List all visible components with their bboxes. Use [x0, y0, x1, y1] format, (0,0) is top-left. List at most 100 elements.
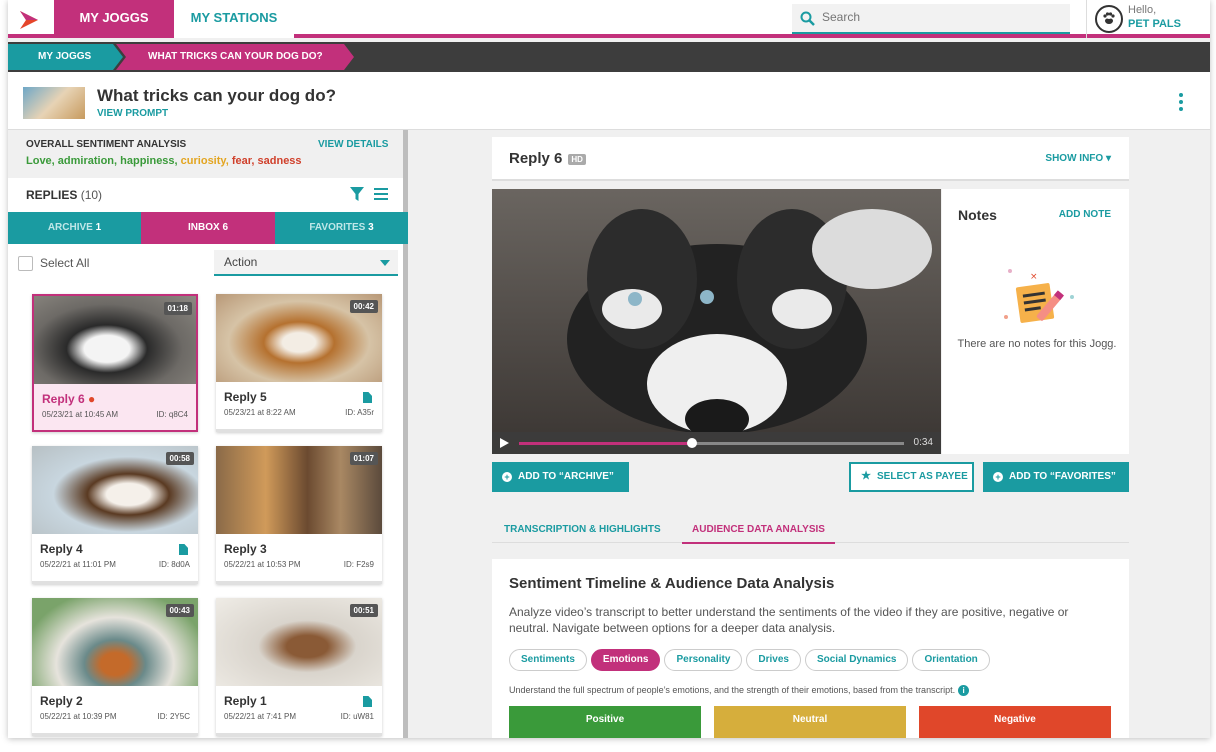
add-to-favorites-button[interactable]: + ADD TO “FAVORITES”: [983, 462, 1129, 492]
reply-name-text: Reply 6: [42, 392, 85, 406]
selection-row: Select All Action: [8, 244, 403, 282]
reply-card[interactable]: 00:43 Reply 2 05/22/21 at 10:39 PM ID: 2…: [32, 598, 198, 736]
search-input[interactable]: [822, 10, 1052, 24]
video-player[interactable]: 0:34: [492, 189, 941, 454]
breadcrumb-current-prompt[interactable]: WHAT TRICKS CAN YOUR DOG DO?: [116, 44, 354, 70]
search-box[interactable]: [792, 4, 1070, 34]
avatar[interactable]: [1095, 5, 1123, 33]
user-menu[interactable]: Hello, PET PALS: [1086, 0, 1210, 38]
view-prompt-link[interactable]: VIEW PROMPT: [97, 108, 168, 119]
select-all-checkbox[interactable]: [18, 256, 33, 271]
notes-panel: Notes ADD NOTE × There are no notes for …: [942, 189, 1129, 454]
reply-name: Reply 4: [40, 542, 83, 556]
analysis-card: Sentiment Timeline & Audience Data Analy…: [492, 559, 1129, 738]
analysis-description: Analyze video’s transcript to better und…: [509, 605, 1069, 635]
action-dropdown[interactable]: Action: [214, 250, 398, 276]
progress-track[interactable]: [519, 438, 904, 448]
option-social-dynamics[interactable]: Social Dynamics: [804, 649, 909, 671]
app-window: MY JOGGS MY STATIONS Hello, PET PALS MY …: [8, 0, 1210, 738]
breadcrumb: MY JOGGS WHAT TRICKS CAN YOUR DOG DO?: [8, 42, 1210, 72]
add-note-button[interactable]: ADD NOTE: [1059, 209, 1111, 220]
reply-id: ID: q8C4: [156, 410, 188, 419]
progress-fill: [519, 442, 693, 445]
pet-paw-icon: [1103, 12, 1115, 24]
analysis-options: Sentiments Emotions Personality Drives Socia…: [509, 649, 994, 671]
sentiment-words: Love, admiration, happiness, curiosity, …: [26, 155, 302, 167]
sentiment-word: admiration,: [57, 155, 121, 167]
sentiment-word: curiosity,: [180, 155, 232, 167]
logo-icon[interactable]: [18, 9, 40, 31]
reply-name: Reply 1: [224, 694, 267, 708]
user-name[interactable]: PET PALS: [1128, 18, 1181, 30]
top-bar: MY JOGGS MY STATIONS Hello, PET PALS: [8, 0, 1210, 38]
replies-panel: OVERALL SENTIMENT ANALYSIS VIEW DETAILS …: [8, 130, 408, 738]
sentiment-word: Love,: [26, 155, 58, 167]
option-orientation[interactable]: Orientation: [912, 649, 990, 671]
hd-badge: HD: [568, 153, 586, 165]
reply-name: Reply 6 ●: [42, 392, 95, 406]
analysis-tabs: TRANSCRIPTION & HIGHLIGHTS AUDIENCE DATA…: [492, 518, 1129, 544]
sentiment-word: fear,: [231, 155, 258, 167]
add-to-archive-button[interactable]: + ADD TO “ARCHIVE”: [492, 462, 629, 492]
duration-badge: 00:43: [165, 604, 194, 617]
show-info-toggle[interactable]: SHOW INFO ▾: [1045, 153, 1111, 164]
play-icon[interactable]: [500, 438, 509, 448]
reply-card[interactable]: 01:07 Reply 3 05/22/21 at 10:53 PM ID: F…: [216, 446, 382, 584]
option-personality[interactable]: Personality: [664, 649, 743, 671]
reply-date: 05/23/21 at 8:22 AM: [224, 408, 296, 417]
page-title: What tricks can your dog do?: [97, 86, 336, 105]
chevron-down-icon: ▾: [1105, 153, 1111, 164]
reply-card[interactable]: 01:18 Reply 6 ● 05/23/21 at 10:45 AM ID:…: [32, 294, 198, 432]
reply-card[interactable]: 00:51 Reply 1 05/22/21 at 7:41 PM ID: uW…: [216, 598, 382, 736]
user-greeting: Hello,: [1128, 4, 1157, 16]
reply-id: ID: uW81: [340, 712, 374, 721]
video-time: 0:34: [913, 437, 933, 448]
view-details-link[interactable]: VIEW DETAILS: [318, 139, 388, 150]
more-options-icon[interactable]: [1178, 92, 1184, 112]
tab-archive[interactable]: ARCHIVE 1: [8, 212, 141, 244]
reply-date: 05/23/21 at 10:45 AM: [42, 410, 119, 419]
tab-audience-data[interactable]: AUDIENCE DATA ANALYSIS: [682, 524, 835, 544]
plus-icon: +: [993, 472, 1003, 482]
reply-name: Reply 3: [224, 542, 267, 556]
select-all-label[interactable]: Select All: [40, 256, 89, 270]
add-to-favorites-label: ADD TO “FAVORITES”: [1009, 471, 1116, 482]
replies-heading: REPLIES (10): [26, 188, 102, 202]
sentiment-summary: OVERALL SENTIMENT ANALYSIS VIEW DETAILS …: [8, 130, 403, 178]
tab-transcription[interactable]: TRANSCRIPTION & HIGHLIGHTS: [504, 524, 661, 535]
option-sentiments[interactable]: Sentiments: [509, 649, 587, 671]
option-emotions[interactable]: Emotions: [590, 649, 661, 671]
reply-title-text: Reply 6: [509, 150, 563, 167]
list-controls: [350, 186, 390, 202]
tab-inbox-label: INBOX: [187, 222, 220, 233]
add-to-archive-label: ADD TO “ARCHIVE”: [518, 471, 614, 482]
tab-my-stations[interactable]: MY STATIONS: [174, 0, 294, 38]
chevron-down-icon: [380, 260, 390, 266]
document-icon: [179, 544, 188, 555]
filter-icon[interactable]: [350, 187, 364, 201]
duration-badge: 01:18: [163, 302, 192, 315]
tab-my-joggs[interactable]: MY JOGGS: [54, 0, 174, 38]
star-icon: ★: [861, 470, 871, 482]
svg-text:×: ×: [1030, 272, 1038, 282]
breadcrumb-my-joggs[interactable]: MY JOGGS: [8, 44, 123, 70]
tab-archive-label: ARCHIVE: [47, 222, 93, 233]
reply-name: Reply 2: [40, 694, 83, 708]
tab-favorites[interactable]: FAVORITES 3: [275, 212, 408, 244]
tab-inbox[interactable]: INBOX 6: [141, 212, 275, 244]
reply-card[interactable]: 00:42 Reply 5 05/23/21 at 8:22 AM ID: A3…: [216, 294, 382, 432]
reply-date: 05/22/21 at 7:41 PM: [224, 712, 297, 721]
sentiment-label: OVERALL SENTIMENT ANALYSIS: [26, 139, 187, 150]
info-icon[interactable]: i: [958, 685, 970, 696]
reply-card[interactable]: 00:58 Reply 4 05/22/21 at 11:01 PM ID: 8…: [32, 446, 198, 584]
duration-badge: 01:07: [349, 452, 378, 465]
replies-label: REPLIES: [26, 188, 78, 202]
reply-title: Reply 6 HD: [509, 150, 586, 167]
document-icon: [363, 392, 372, 403]
option-drives[interactable]: Drives: [746, 649, 801, 671]
select-as-payee-button[interactable]: ★ SELECT AS PAYEE: [849, 462, 974, 492]
show-info-label: SHOW INFO: [1045, 153, 1104, 164]
unread-dot-icon: ●: [88, 392, 96, 406]
progress-handle[interactable]: [687, 438, 698, 448]
list-menu-icon[interactable]: [374, 187, 388, 201]
